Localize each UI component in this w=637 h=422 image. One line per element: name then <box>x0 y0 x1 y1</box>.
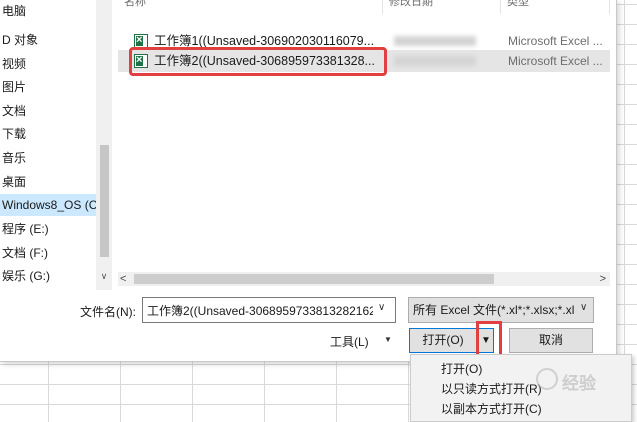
chevron-right-icon[interactable]: > <box>600 272 606 286</box>
nav-scroll-thumb[interactable] <box>100 145 109 257</box>
baidu-jingyan-watermark: 经验 <box>536 366 632 394</box>
navigation-pane: 电脑 D 对象 视频 图片 文档 下载 音乐 桌面 Windows8_OS (C… <box>0 0 114 290</box>
nav-item-drive-e[interactable]: 程序 (E:) <box>2 218 49 240</box>
file-type: Microsoft Excel ... <box>508 34 603 48</box>
nav-item-pictures[interactable]: 图片 <box>2 76 26 98</box>
selected-file-highlight <box>129 47 387 76</box>
nav-item-desktop[interactable]: 桌面 <box>2 171 26 193</box>
horizontal-scroll-thumb[interactable] <box>134 274 494 284</box>
nav-item-downloads[interactable]: 下载 <box>2 123 26 145</box>
nav-item-drive-f[interactable]: 文档 (F:) <box>2 242 48 264</box>
nav-item-videos[interactable]: 视频 <box>2 53 26 75</box>
open-file-dialog: 电脑 D 对象 视频 图片 文档 下载 音乐 桌面 Windows8_OS (C… <box>0 0 617 362</box>
filename-input[interactable] <box>142 297 396 323</box>
chevron-down-icon[interactable]: ∨ <box>96 268 112 284</box>
column-header-type[interactable]: 类型 <box>501 0 610 14</box>
nav-item-drive-g[interactable]: 娱乐 (G:) <box>2 265 50 287</box>
watermark-text: 经验 <box>562 374 596 393</box>
column-header-date[interactable]: 修改日期 <box>383 0 501 14</box>
menu-item-open[interactable]: 打开(O) <box>441 359 482 379</box>
chevron-left-icon[interactable]: < <box>120 272 126 286</box>
tools-menu-button[interactable]: 工具(L) <box>330 333 369 350</box>
cancel-button[interactable]: 取消 <box>509 328 593 353</box>
file-list: 名称 修改日期 类型 工作簿1((Unsaved-306902030116079… <box>118 0 610 272</box>
nav-item-windows8-os-c[interactable]: Windows8_OS (C <box>0 194 97 216</box>
column-header-name[interactable]: 名称 <box>118 0 383 14</box>
menu-item-open-as-copy[interactable]: 以副本方式打开(C) <box>441 399 542 419</box>
triangle-down-icon[interactable]: ▼ <box>384 335 392 344</box>
chevron-down-icon[interactable]: ∨ <box>378 302 385 313</box>
nav-item-3d-objects[interactable]: D 对象 <box>2 29 38 51</box>
paw-logo-icon <box>536 368 558 390</box>
horizontal-scrollbar[interactable]: < > <box>118 272 610 286</box>
blurred-date <box>394 36 476 46</box>
nav-item-music[interactable]: 音乐 <box>2 147 26 169</box>
file-type: Microsoft Excel ... <box>508 54 603 68</box>
nav-item-computer[interactable]: 电脑 <box>2 0 26 22</box>
filename-label: 文件名(N): <box>80 305 136 319</box>
menu-item-open-read-only[interactable]: 以只读方式打开(R) <box>441 379 542 399</box>
filetype-select[interactable]: 所有 Excel 文件(*.xl*;*.xlsx;*.xl <box>408 297 594 323</box>
chevron-down-icon[interactable]: ∨ <box>580 302 587 313</box>
blurred-date <box>394 56 476 66</box>
excel-file-icon <box>134 29 148 51</box>
nav-item-documents[interactable]: 文档 <box>2 100 26 122</box>
open-button[interactable]: 打开(O) <box>409 328 477 353</box>
